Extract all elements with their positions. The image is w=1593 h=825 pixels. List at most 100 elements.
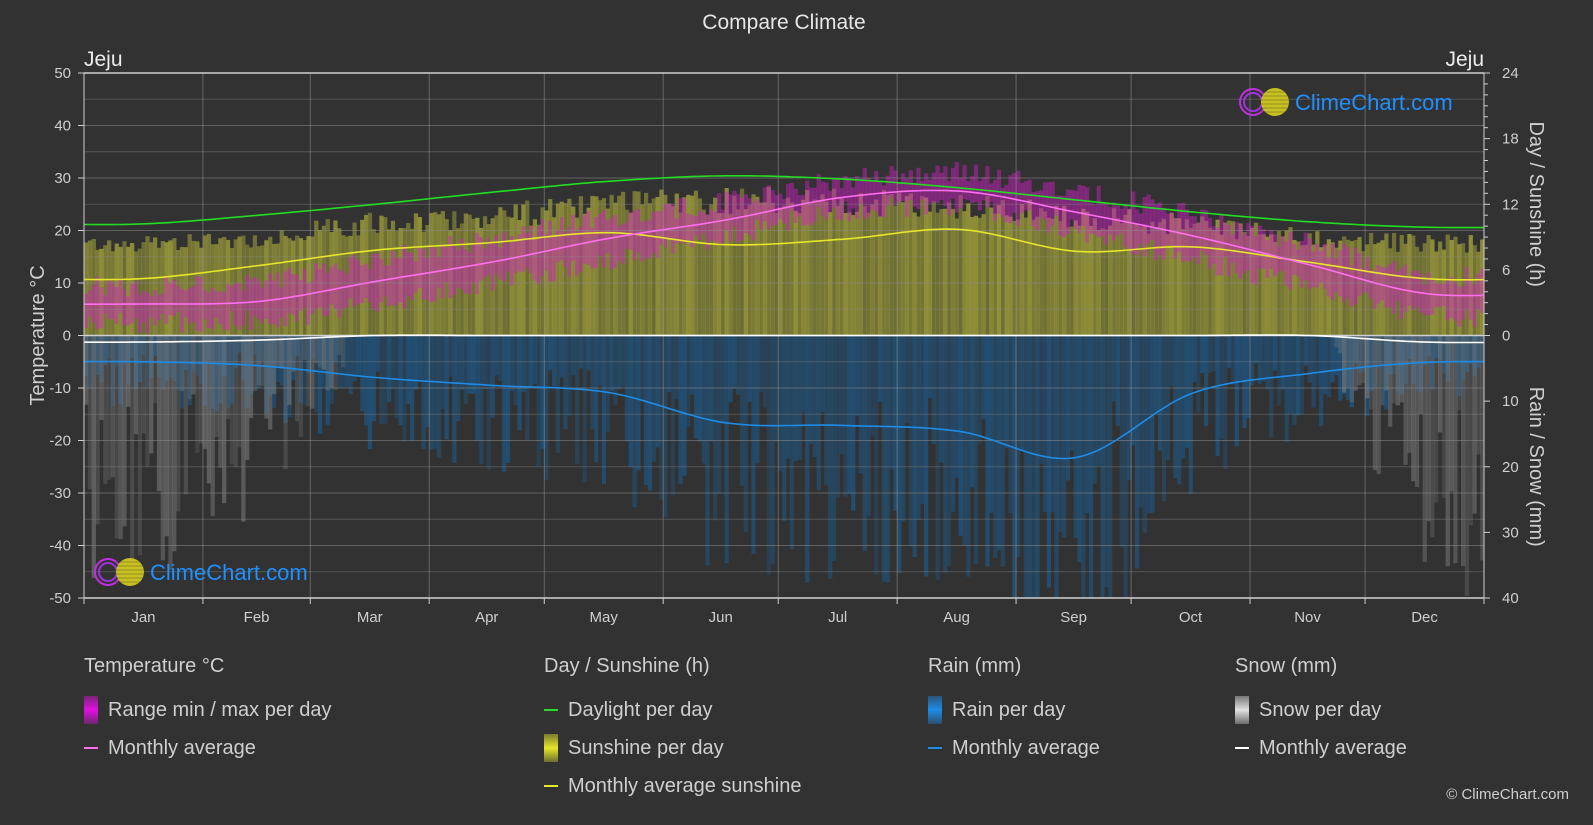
temperature-range-bar — [329, 267, 334, 305]
temperature-range-bar — [904, 178, 910, 217]
temperature-range-bar — [260, 287, 265, 324]
right-precip-tick-label: 10 — [1502, 393, 1519, 410]
sunshine-bar — [858, 193, 864, 336]
temperature-range-bar — [387, 265, 392, 307]
rain-bar — [1115, 335, 1121, 426]
sunshine-bar — [1058, 221, 1063, 336]
sunshine-bar — [947, 202, 952, 336]
left-tick-label: -30 — [49, 485, 71, 502]
temperature-range-bar — [1414, 270, 1420, 308]
snow-bar — [241, 335, 246, 522]
temperature-range-bar — [1250, 226, 1255, 284]
legend-label: Daylight per day — [568, 698, 713, 721]
temperature-range-bar — [912, 182, 917, 207]
temperature-range-bar — [410, 252, 415, 301]
sunshine-bar — [920, 196, 925, 336]
temperature-range-bar — [1368, 269, 1374, 299]
rain-bar — [452, 335, 457, 463]
temperature-range-bar — [1169, 212, 1174, 248]
temperature-range-bar — [237, 282, 242, 330]
rain-bar — [1223, 335, 1228, 470]
temperature-range-bar — [168, 282, 173, 316]
temperature-range-bar — [1353, 247, 1358, 305]
rain-bar — [973, 335, 979, 564]
rain-bar — [360, 335, 365, 412]
temperature-range-bar — [563, 232, 568, 268]
rain-bar — [736, 335, 741, 395]
rain-bar — [1284, 335, 1289, 443]
sunshine-bar — [762, 202, 768, 336]
snow-bar — [168, 335, 173, 570]
location-left: Jeju — [84, 48, 123, 71]
snow-bar — [1414, 335, 1420, 487]
rain-bar — [597, 335, 603, 386]
snow-bar — [1476, 335, 1481, 455]
left-tick-label: 30 — [54, 170, 71, 187]
legend-swatch-icon — [1235, 747, 1249, 749]
rain-bar — [839, 335, 844, 455]
temperature-range-bar — [126, 296, 131, 326]
temperature-range-bar — [222, 292, 227, 330]
temperature-range-bar — [927, 179, 933, 204]
snow-bar — [84, 335, 89, 405]
rain-bar — [716, 335, 722, 495]
copyright: © ClimeChart.com — [1446, 786, 1569, 803]
watermark-bottom: ClimeChart.com — [94, 558, 308, 586]
rain-bar — [943, 335, 948, 573]
month-label: Aug — [943, 609, 970, 626]
month-label: Feb — [244, 609, 270, 626]
rain-bar — [356, 335, 361, 377]
temperature-range-bar — [1138, 213, 1144, 244]
temperature-range-bar — [333, 263, 338, 309]
temperature-range-bar — [1326, 257, 1331, 297]
temperature-range-bar — [417, 248, 422, 288]
rain-bar — [747, 335, 752, 402]
watermark-text: ClimeChart.com — [150, 560, 308, 585]
rain-bar — [444, 335, 449, 440]
temperature-range-bar — [1453, 282, 1458, 321]
temperature-range-bar — [973, 164, 979, 202]
snow-bar — [191, 335, 196, 395]
sunshine-bar — [824, 201, 829, 336]
snow-bar — [133, 335, 139, 435]
temperature-range-bar — [885, 175, 890, 206]
rain-bar — [436, 335, 442, 458]
temperature-range-bar — [950, 167, 956, 199]
rain-bar — [854, 335, 860, 416]
sunshine-bar — [1065, 227, 1071, 336]
snow-bar — [225, 335, 231, 419]
sunshine-bar — [954, 218, 959, 336]
snow-bar — [340, 335, 346, 368]
rain-bar — [1058, 335, 1063, 532]
temperature-range-bar — [149, 295, 154, 317]
temperature-range-bar — [344, 273, 350, 307]
temperature-range-bar — [271, 280, 277, 325]
temperature-range-bar — [801, 194, 806, 227]
right-precip-tick-label: 30 — [1502, 524, 1519, 541]
sunshine-bar — [1069, 226, 1074, 336]
rain-bar — [1039, 335, 1044, 464]
rain-bar — [759, 335, 764, 393]
rain-bar — [590, 335, 595, 430]
temperature-range-bar — [248, 278, 254, 330]
temperature-range-bar — [597, 213, 603, 256]
temperature-range-bar — [1211, 226, 1216, 264]
temperature-range-bar — [1403, 264, 1408, 312]
snow-bar — [1372, 335, 1378, 471]
temperature-range-bar — [966, 181, 971, 200]
rain-bar — [877, 335, 883, 402]
legend-group: Temperature °C Range min / max per day Mon… — [84, 655, 331, 767]
snow-bar — [268, 335, 273, 430]
rain-bar — [578, 335, 584, 369]
temperature-range-bar — [241, 290, 246, 325]
snow-bar — [1368, 335, 1374, 410]
snow-bar — [214, 335, 219, 437]
right-precip-tick-label: 40 — [1502, 590, 1519, 607]
rain-bar — [1177, 335, 1182, 485]
rain-bar — [1261, 335, 1266, 382]
left-tick-label: 50 — [54, 65, 71, 82]
rain-bar — [797, 335, 802, 460]
temperature-range-bar — [367, 269, 373, 303]
right-hours-tick-label: 12 — [1502, 196, 1519, 213]
snow-bar — [1338, 335, 1343, 354]
